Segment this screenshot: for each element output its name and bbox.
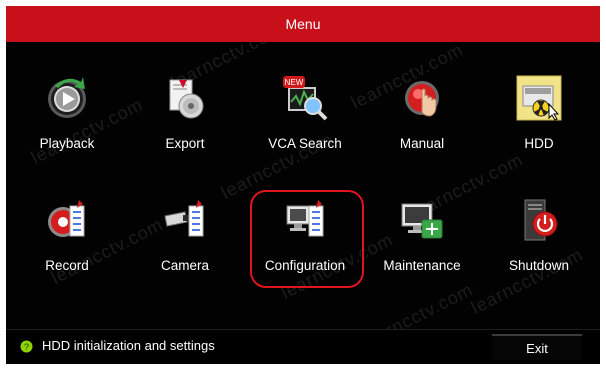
svg-text:?: ? (24, 342, 29, 352)
menu-item-manual[interactable]: Manual (367, 74, 477, 174)
menu-item-label: Maintenance (383, 258, 461, 273)
new-badge: NEW (285, 78, 304, 87)
help-icon: ? (20, 340, 33, 353)
exit-button[interactable]: Exit (492, 334, 582, 360)
menu-item-label: VCA Search (268, 136, 342, 151)
maintenance-icon (401, 203, 443, 239)
menu-item-label: Manual (399, 136, 445, 151)
menu-item-label: Shutdown (508, 258, 570, 273)
export-icon (169, 79, 204, 119)
status-bar: ? HDD initialization and settings Exit (6, 329, 600, 364)
menu-window: learncctv.com learncctv.com learncctv.co… (6, 6, 600, 364)
menu-item-record[interactable]: Record (12, 196, 122, 296)
hdd-icon (516, 75, 562, 121)
status-divider (6, 329, 600, 330)
menu-item-label: Export (165, 136, 205, 151)
shutdown-icon (524, 199, 558, 241)
menu-item-hdd[interactable]: HDD (484, 74, 594, 174)
selection-highlight (250, 190, 364, 288)
menu-item-maintenance[interactable]: Maintenance (367, 196, 477, 296)
vca-search-icon: NEW (283, 76, 328, 121)
record-icon (48, 200, 85, 237)
camera-icon (164, 200, 204, 237)
menu-item-playback[interactable]: Playback (12, 74, 122, 174)
menu-item-label: Record (45, 258, 89, 273)
title-bar: Menu (6, 6, 600, 42)
menu-item-vca-search[interactable]: NEW VCA Search (250, 74, 360, 174)
status-text: HDD initialization and settings (42, 338, 215, 353)
menu-item-shutdown[interactable]: Shutdown (484, 196, 594, 296)
menu-item-export[interactable]: Export (130, 74, 240, 174)
menu-item-label: HDD (524, 136, 554, 151)
menu-item-label: Playback (39, 136, 95, 151)
playback-icon (48, 77, 86, 118)
menu-item-camera[interactable]: Camera (130, 196, 240, 296)
menu-item-label: Camera (160, 258, 209, 273)
manual-record-icon (405, 81, 439, 117)
